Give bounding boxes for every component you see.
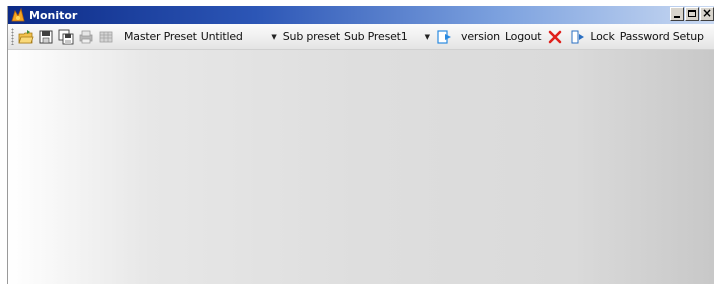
minimize-button[interactable] <box>670 7 684 21</box>
version-button[interactable]: version <box>461 30 500 43</box>
password-setup-button[interactable]: Password Setup <box>620 30 704 43</box>
title-bar[interactable]: Monitor × <box>8 6 714 24</box>
master-preset-value: Untitled <box>200 30 243 43</box>
master-preset-label: Master Preset <box>124 30 197 43</box>
chevron-down-icon[interactable]: ▼ <box>425 33 430 41</box>
content-area <box>8 50 714 284</box>
toolbar-grip[interactable] <box>11 28 14 45</box>
open-folder-icon[interactable] <box>18 29 34 45</box>
close-icon: × <box>701 6 713 20</box>
master-preset-combo[interactable]: Untitled ▼ <box>201 28 277 46</box>
logout-button[interactable]: Logout <box>505 30 542 43</box>
sub-preset-value: Sub Preset1 <box>344 30 408 43</box>
close-button[interactable]: × <box>700 6 714 21</box>
save-icon[interactable] <box>38 29 54 45</box>
sub-preset-combo[interactable]: Sub Preset1 ▼ <box>344 28 430 46</box>
lock-button[interactable]: Lock <box>590 30 614 43</box>
app-icon <box>11 7 25 22</box>
version-icon[interactable] <box>436 29 452 45</box>
save-all-icon[interactable] <box>58 29 74 45</box>
sub-preset-label: Sub preset <box>282 30 341 43</box>
minimize-icon <box>674 16 680 18</box>
print-disabled-icon[interactable] <box>78 29 94 45</box>
grid-disabled-icon[interactable] <box>98 29 114 45</box>
window-title: Monitor <box>29 8 78 22</box>
lock-door-icon[interactable] <box>569 29 585 45</box>
maximize-button[interactable] <box>685 7 699 21</box>
chevron-down-icon[interactable]: ▼ <box>271 33 276 41</box>
monitor-window: Monitor × Master Preset Untitled ▼ Sub p… <box>7 6 714 284</box>
maximize-icon <box>688 10 696 17</box>
toolbar: Master Preset Untitled ▼ Sub preset Sub … <box>8 24 714 50</box>
close-x-icon[interactable] <box>547 29 563 45</box>
window-controls: × <box>670 6 714 21</box>
